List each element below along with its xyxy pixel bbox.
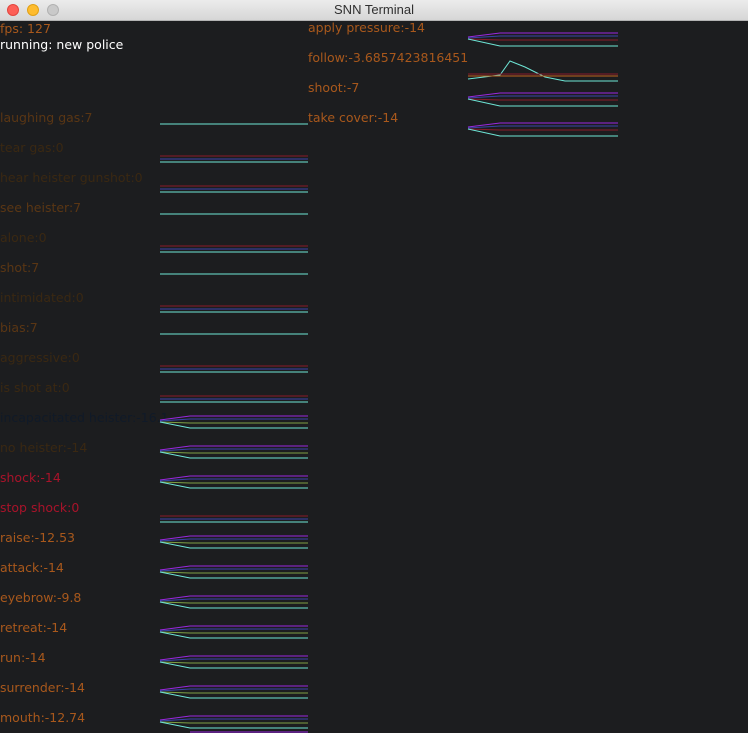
trace-line: [159, 541, 308, 544]
trace-line: [159, 538, 308, 542]
trace-line: [159, 691, 308, 694]
trace-line: [467, 38, 618, 41]
trace-line: [159, 421, 308, 424]
terminal-canvas: fps: 127 running: new police laughing ga…: [0, 21, 748, 733]
trace-line: [159, 568, 308, 572]
trace-line: [467, 35, 618, 39]
trace-line: [159, 718, 308, 722]
trace-line: [159, 658, 308, 662]
trace-line: [467, 95, 618, 99]
app-window: SNN Terminal fps: 127 running: new polic…: [0, 0, 748, 733]
trace-line: [159, 688, 308, 692]
trace-line: [159, 448, 308, 452]
trace-line: [159, 631, 308, 634]
title-bar[interactable]: SNN Terminal: [0, 0, 748, 21]
trace-line: [159, 418, 308, 422]
neuron-trace-plots: [159, 32, 618, 733]
window-title: SNN Terminal: [334, 2, 414, 17]
trace-line: [159, 478, 308, 482]
trace-line: [159, 661, 308, 664]
trace-line: [467, 128, 618, 131]
trace-line: [467, 125, 618, 129]
trace-line: [159, 571, 308, 574]
trace-line: [159, 628, 308, 632]
trace-line: [159, 451, 308, 454]
trace-line: [159, 598, 308, 602]
trace-line: [467, 98, 618, 101]
trace-line: [159, 721, 308, 724]
trace-line: [159, 601, 308, 604]
trace-line: [159, 481, 308, 484]
trace-line: [467, 60, 618, 82]
